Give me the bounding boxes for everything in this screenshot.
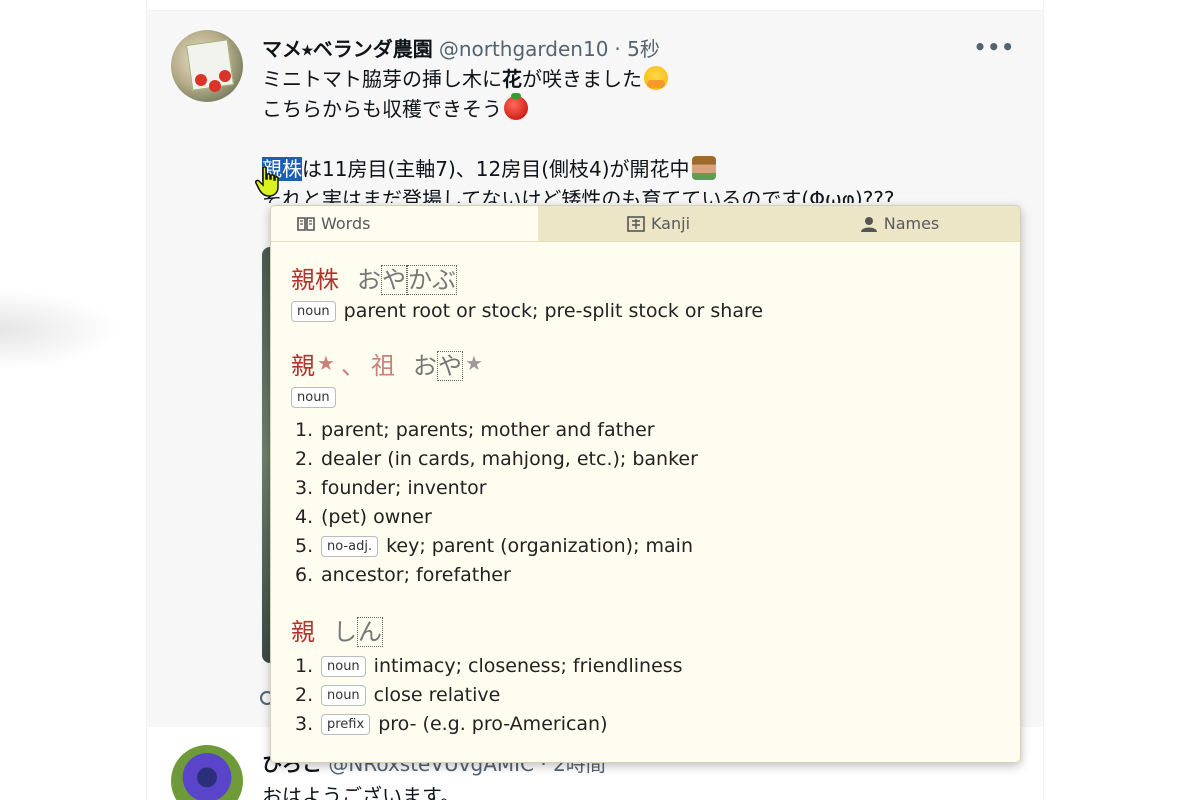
part-of-speech-tag: noun xyxy=(321,656,366,677)
popup-tabs: Words Kanji Names xyxy=(271,206,1020,242)
dictionary-entries: 親株 おやかぶ noun parent root or stock; pre-sp… xyxy=(271,242,1020,739)
tab-words[interactable]: Words xyxy=(271,206,538,241)
display-name[interactable]: マメ⭑ベランダ農園 xyxy=(262,33,433,62)
book-icon xyxy=(297,216,315,231)
sense-list: 1. noun intimacy; closeness; friendliness … xyxy=(291,652,1000,739)
list-item: 6. ancestor; forefather xyxy=(295,564,511,586)
more-options-icon[interactable]: ••• xyxy=(974,35,1015,59)
avatar[interactable] xyxy=(171,745,243,800)
list-item: 3. prefix pro- (e.g. pro-American) xyxy=(295,713,608,735)
timestamp[interactable]: · 5秒 xyxy=(614,33,659,62)
user-handle[interactable]: @northgarden10 xyxy=(439,37,609,61)
dictionary-entry: 親株 おやかぶ noun parent root or stock; pre-sp… xyxy=(291,260,1000,324)
tab-names[interactable]: Names xyxy=(779,206,1020,241)
headword-kanji: 親 xyxy=(291,617,315,646)
tweet-text-line: こちらからも収穫できそう xyxy=(262,93,528,123)
tweet-header: マメ⭑ベランダ農園 @northgarden10 · 5秒 xyxy=(262,33,660,61)
part-of-speech-tag: noun xyxy=(291,301,336,322)
list-item: 1. noun intimacy; closeness; friendliness xyxy=(295,655,683,677)
entry-gloss: noun xyxy=(291,384,1000,410)
headword-reading: おやかぶ xyxy=(357,264,457,295)
star-icon: ★ xyxy=(464,351,483,375)
tomato-emoji-icon xyxy=(504,93,528,120)
list-item: 2. dealer (in cards, mahjong, etc.); bank… xyxy=(295,448,698,470)
part-of-speech-tag: noun xyxy=(291,387,336,408)
list-item: 5. no-adj. key; parent (organization); mai… xyxy=(295,535,693,557)
headword-reading: しん xyxy=(333,616,383,647)
tweet-text-line: ミニトマト脇芽の挿し木に花が咲きました xyxy=(262,65,668,93)
part-of-speech-tag: prefix xyxy=(321,714,371,735)
tab-kanji[interactable]: Kanji xyxy=(538,206,779,241)
entry-headword: 親株 おやかぶ xyxy=(291,260,1000,295)
tweet-text-line: おはようございます。 xyxy=(262,784,460,800)
list-item: 1. parent; parents; mother and father xyxy=(295,419,655,441)
headword-reading: おや xyxy=(412,350,463,381)
person-icon xyxy=(860,216,877,232)
kanji-card-icon xyxy=(627,215,645,232)
avatar[interactable] xyxy=(171,30,243,102)
part-of-speech-tag: no-adj. xyxy=(321,536,379,557)
dictionary-popup[interactable]: Words Kanji Names 親株 おやかぶ noun parent ro… xyxy=(270,205,1021,763)
headword-kanji: 祖 xyxy=(370,351,395,380)
headword-kanji: 親株 xyxy=(291,265,339,294)
entry-headword: 親 ★ 、 祖 おや ★ xyxy=(291,346,1000,381)
part-of-speech-tag: noun xyxy=(321,685,366,706)
bold-word: 花 xyxy=(502,67,522,91)
page: マメ⭑ベランダ農園 @northgarden10 · 5秒 ••• ミニトマト脇… xyxy=(0,0,1200,800)
list-item: 2. noun close relative xyxy=(295,684,501,706)
headword-kanji: 親 xyxy=(291,351,315,380)
farmer-emoji-icon xyxy=(691,156,716,180)
entry-gloss: noun parent root or stock; pre-split stoc… xyxy=(291,298,1000,324)
entry-headword: 親 しん xyxy=(291,612,1000,647)
hugging-face-emoji-icon xyxy=(644,66,668,90)
dictionary-entry: 親 ★ 、 祖 おや ★ noun 1. parent; parents; mot… xyxy=(291,346,1000,590)
tweet-text-line: 親株は11房目(主軸7)、12房目(側枝4)が開花中 xyxy=(262,155,716,183)
list-item: 4. (pet) owner xyxy=(295,506,432,528)
sense-list: 1. parent; parents; mother and father 2. d… xyxy=(291,416,1000,590)
dictionary-entry: 親 しん 1. noun intimacy; closeness; friendli… xyxy=(291,612,1000,739)
star-icon: ★ xyxy=(317,351,335,375)
hand-pointer-cursor-icon xyxy=(255,166,279,197)
background-glow xyxy=(0,290,120,370)
list-item: 3. founder; inventor xyxy=(295,477,487,499)
